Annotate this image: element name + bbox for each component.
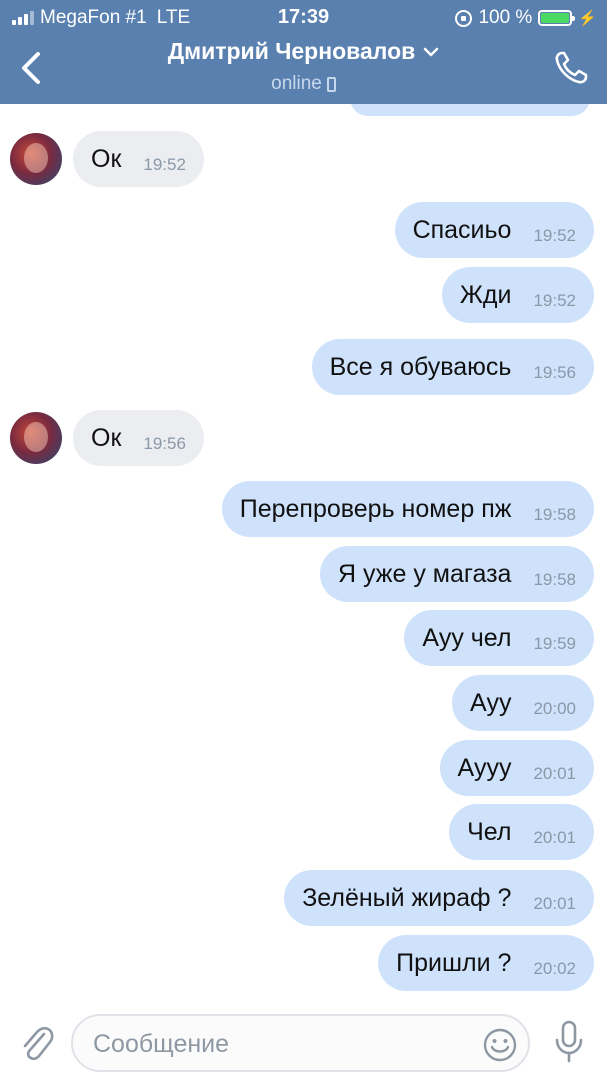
message-text: Пришли ? [396, 948, 512, 977]
outgoing-message[interactable]: Чел 20:01 [449, 804, 594, 860]
online-label: online [271, 73, 322, 94]
outgoing-message[interactable]: Пришли ? 20:02 [378, 935, 594, 991]
call-button[interactable] [551, 48, 591, 88]
chevron-down-icon [424, 47, 439, 56]
message-text: Ок [91, 144, 122, 173]
chat-screen: MegaFon #1 LTE 17:39 100 % ⚡ Дмитрий Чер… [0, 0, 607, 1080]
charging-icon: ⚡ [578, 10, 597, 27]
message-time: 19:56 [143, 434, 186, 453]
outgoing-message[interactable]: Зелёный жираф ? 20:01 [284, 870, 594, 926]
incoming-message[interactable]: Ок 19:56 [73, 410, 204, 466]
message-time: 20:01 [533, 828, 576, 847]
avatar[interactable] [10, 412, 62, 464]
battery-percent: 100 % [478, 7, 533, 28]
status-right: 100 % ⚡ [455, 7, 597, 29]
outgoing-message[interactable]: Жди 19:52 [441, 267, 594, 323]
smiley-icon [483, 1028, 517, 1062]
status-bar: MegaFon #1 LTE 17:39 100 % ⚡ [0, 0, 607, 34]
rotation-lock-icon [455, 9, 473, 27]
message-time: 19:52 [533, 226, 576, 245]
mobile-device-icon [326, 76, 336, 92]
contact-info[interactable]: Дмитрий Черновалов online [0, 38, 607, 95]
outgoing-message[interactable]: Ауу чел 19:59 [404, 610, 594, 666]
outgoing-message[interactable]: Спасиьо 19:52 [394, 202, 594, 258]
message-text: Я уже у магаза [338, 559, 512, 588]
message-text: Чел [467, 817, 512, 846]
message-time: 19:59 [533, 634, 576, 653]
message-text: Ок [91, 423, 122, 452]
message-time: 19:56 [533, 363, 576, 382]
phone-icon [555, 51, 588, 84]
contact-name: Дмитрий Черновалов [167, 38, 416, 64]
message-text: Все я обуваюсь [329, 352, 512, 381]
outgoing-message[interactable]: Перепроверь номер пж 19:58 [221, 481, 594, 537]
outgoing-message[interactable]: Все я обуваюсь 19:56 [311, 339, 594, 395]
message-time: 19:52 [533, 291, 576, 310]
attach-button[interactable] [16, 1020, 56, 1064]
message-composer [0, 1002, 607, 1080]
message-time: 20:01 [533, 764, 576, 783]
chat-header: MegaFon #1 LTE 17:39 100 % ⚡ Дмитрий Чер… [0, 0, 607, 104]
message-text: Жди [459, 280, 512, 309]
message-text: Аууу [457, 753, 512, 782]
contact-status: online [271, 73, 336, 95]
incoming-message[interactable]: Ок 19:52 [73, 131, 204, 187]
message-time: 19:58 [533, 505, 576, 524]
message-time: 20:00 [533, 699, 576, 718]
message-text: Спасиьо [412, 215, 512, 244]
message-text: Ауу чел [422, 623, 512, 652]
battery-icon [538, 10, 576, 26]
outgoing-message[interactable]: Аууу 20:01 [439, 740, 594, 796]
outgoing-message[interactable]: Я уже у магаза 19:58 [320, 546, 594, 602]
message-text: Ауу [470, 688, 512, 717]
message-time: 20:02 [533, 959, 576, 978]
voice-message-button[interactable] [551, 1018, 587, 1064]
message-time: 19:58 [533, 570, 576, 589]
message-time: 20:01 [533, 894, 576, 913]
contact-title[interactable]: Дмитрий Черновалов [168, 38, 440, 65]
message-field[interactable] [71, 1014, 530, 1072]
message-text: Перепроверь номер пж [239, 494, 512, 523]
paperclip-icon [23, 1026, 54, 1061]
message-time: 19:52 [143, 155, 186, 174]
outgoing-message[interactable]: Ауу 20:00 [452, 675, 594, 731]
message-input[interactable] [93, 1028, 473, 1060]
avatar[interactable] [10, 133, 62, 185]
emoji-button[interactable] [482, 1027, 518, 1063]
message-text: Зелёный жираф ? [302, 883, 512, 912]
microphone-icon [555, 1020, 583, 1063]
